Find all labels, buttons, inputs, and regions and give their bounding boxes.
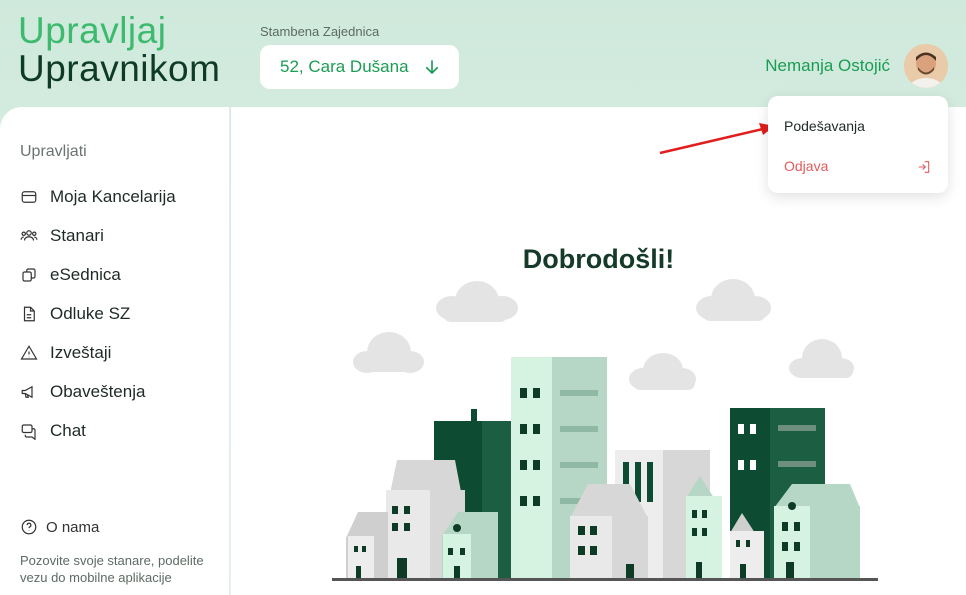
wallet-icon	[21, 190, 37, 203]
sidebar-item-label: Izveštaji	[50, 342, 112, 362]
avatar[interactable]	[904, 44, 948, 88]
warning-icon	[20, 344, 38, 360]
user-profile[interactable]: Nemanja Ostojić	[765, 44, 948, 88]
sidebar-title: Upravljati	[20, 143, 87, 160]
sidebar-item-label: Obaveštenja	[50, 381, 146, 401]
copy-icon	[22, 267, 36, 282]
sidebar-item-moja-kancelarija[interactable]: Moja Kancelarija	[20, 177, 220, 216]
chat-icon	[21, 423, 36, 440]
sidebar-item-esednica[interactable]: eSednica	[20, 255, 220, 294]
about-link[interactable]: O nama	[20, 518, 99, 536]
logout-label: Odjava	[784, 158, 829, 174]
about-label: O nama	[46, 518, 100, 536]
logout-menu-item[interactable]: Odjava	[784, 158, 932, 174]
annotation-arrow	[659, 123, 775, 155]
logo-line-1: Upravljaj	[18, 10, 167, 51]
question-circle-icon	[21, 519, 37, 535]
settings-menu-item[interactable]: Podešavanja	[784, 118, 865, 134]
sidebar-item-chat[interactable]: Chat	[20, 411, 220, 450]
community-dropdown[interactable]: 52, Cara Dušana	[260, 45, 459, 89]
document-icon	[23, 306, 35, 321]
invite-link[interactable]: Pozovite svoje stanare, podelite vezu do…	[20, 552, 220, 586]
community-label: Stambena Zajednica	[260, 24, 380, 39]
sidebar-item-obavestenja[interactable]: Obaveštenja	[20, 372, 220, 411]
logout-icon	[918, 161, 930, 173]
sidebar-nav: Moja Kancelarija Stanari eSednica Odluke…	[20, 177, 220, 450]
sidebar-item-odluke-sz[interactable]: Odluke SZ	[20, 294, 220, 333]
sidebar-item-label: Stanari	[50, 225, 104, 245]
users-icon	[20, 229, 38, 241]
user-menu-dropdown: Podešavanja Odjava	[768, 96, 948, 193]
community-value: 52, Cara Dušana	[280, 57, 409, 76]
app-logo[interactable]: Upravljaj Upravnikom	[18, 12, 220, 88]
arrow-down-icon	[425, 60, 438, 74]
sidebar-item-izvestaji[interactable]: Izveštaji	[20, 333, 220, 372]
sidebar-item-label: eSednica	[50, 264, 121, 284]
megaphone-icon	[21, 385, 33, 398]
sidebar: Upravljati Moja Kancelarija Stanari eSed…	[0, 107, 230, 595]
sidebar-item-stanari[interactable]: Stanari	[20, 216, 220, 255]
sidebar-item-label: Odluke SZ	[50, 303, 131, 323]
logo-line-2: Upravnikom	[18, 48, 221, 89]
sidebar-item-label: Moja Kancelarija	[50, 186, 176, 206]
community-selector: Stambena Zajednica 52, Cara Dušana	[260, 24, 459, 89]
welcome-heading: Dobrodošli!	[522, 244, 675, 274]
sidebar-item-label: Chat	[50, 420, 86, 440]
city-illustration	[332, 279, 878, 581]
user-name[interactable]: Nemanja Ostojić	[765, 56, 890, 76]
